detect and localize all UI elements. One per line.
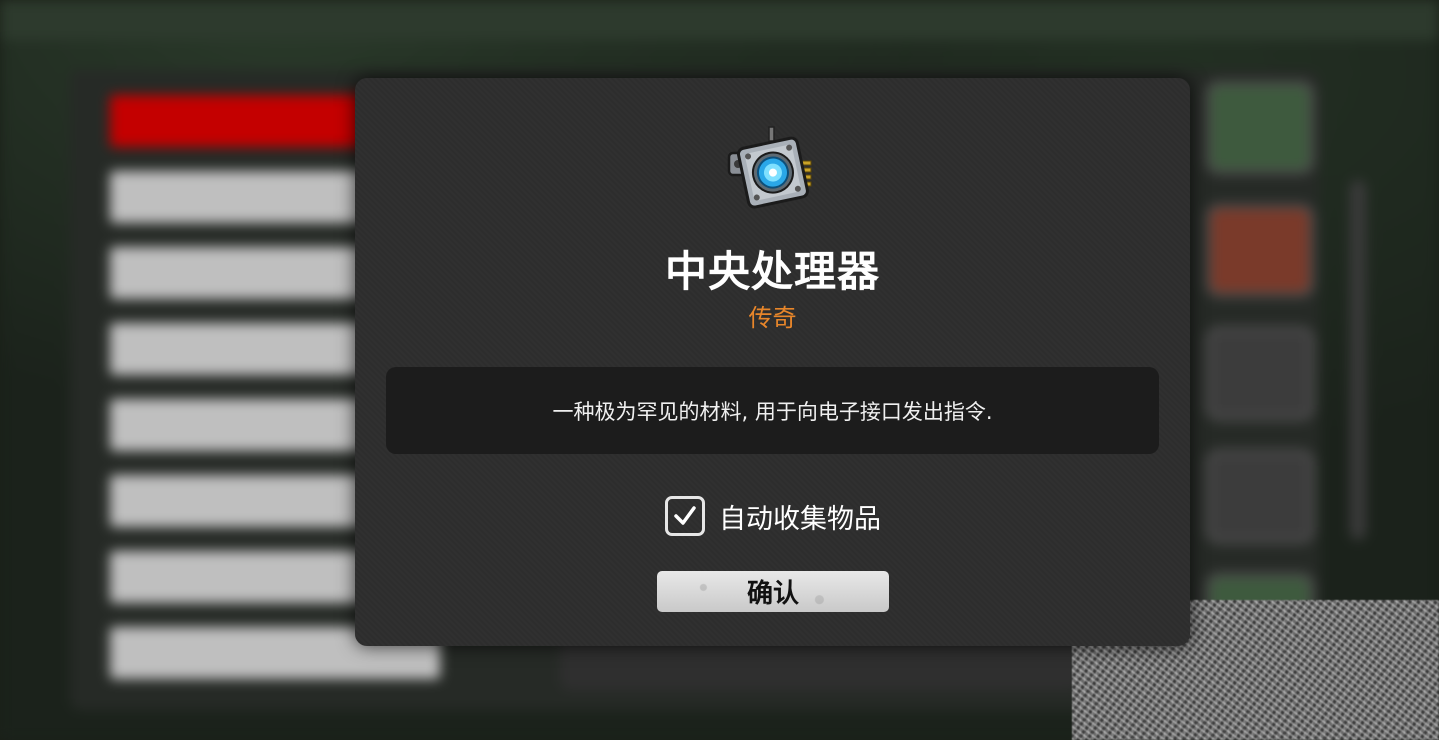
item-detail-dialog: 中央处理器 传奇 一种极为罕见的材料, 用于向电子接口发出指令. 自动收集物品 …	[355, 78, 1190, 646]
auto-collect-checkbox[interactable]	[665, 496, 705, 536]
background-slot	[1205, 203, 1315, 298]
confirm-button[interactable]: 确认	[657, 571, 889, 612]
background-topbar	[0, 0, 1439, 40]
item-name: 中央处理器	[664, 247, 880, 296]
background-scrollbar	[1350, 180, 1366, 540]
background-slot	[1205, 326, 1315, 421]
item-rarity: 传奇	[748, 304, 797, 332]
checkmark-icon	[674, 506, 696, 525]
item-description: 一种极为罕见的材料, 用于向电子接口发出指令.	[552, 399, 993, 424]
auto-collect-label: 自动收集物品	[719, 503, 881, 535]
background-slot	[1205, 80, 1315, 175]
cpu-chip-icon	[727, 126, 812, 209]
background-slot	[1205, 449, 1315, 544]
auto-collect-toggle[interactable]: 自动收集物品	[665, 494, 881, 538]
item-description-box: 一种极为罕见的材料, 用于向电子接口发出指令.	[386, 367, 1159, 454]
